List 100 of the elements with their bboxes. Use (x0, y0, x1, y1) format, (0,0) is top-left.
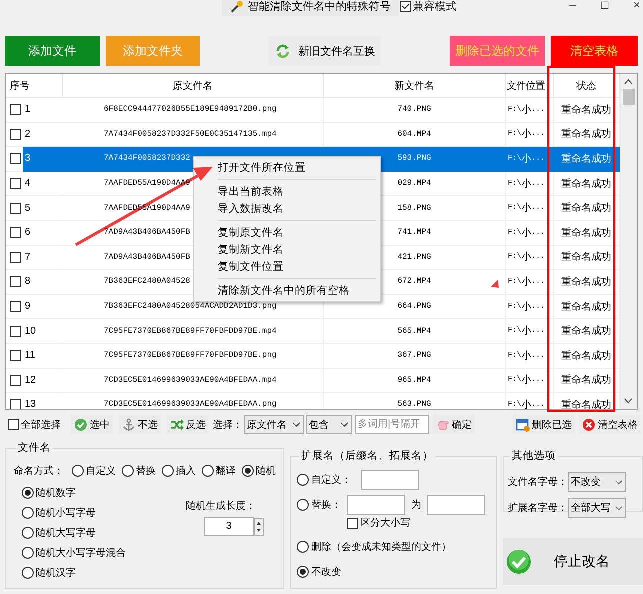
option-label: 文件名字母： (508, 476, 568, 489)
row-checkbox[interactable] (10, 374, 21, 386)
delete-selected-button[interactable]: 删除已选 (513, 415, 575, 434)
row-number[interactable]: 13 (23, 393, 63, 409)
row-checkbox[interactable] (10, 104, 21, 116)
row-checkbox[interactable] (10, 252, 21, 263)
swap-names-button[interactable]: 新旧文件名互换 (269, 36, 381, 66)
check-circle-icon (74, 418, 88, 432)
radio-button[interactable]: 替换： (297, 498, 342, 512)
caret-icon (340, 422, 349, 428)
caret-icon (615, 506, 623, 510)
row-checkbox[interactable] (10, 153, 21, 164)
radio-button[interactable]: 翻译 (202, 464, 236, 478)
refresh-icon (274, 44, 290, 58)
row-number[interactable]: 11 (23, 344, 63, 369)
field-dropdown[interactable]: 原文件名 (244, 415, 304, 434)
row-checkbox[interactable] (10, 227, 21, 238)
close-circle-icon (582, 418, 596, 432)
table-cell[interactable]: 565.MP4 (324, 319, 506, 344)
option-label: 扩展名字母： (508, 502, 568, 515)
table-cell[interactable]: 740.PNG (324, 98, 506, 123)
row-number[interactable]: 7 (23, 246, 63, 270)
clean-special-characters-button[interactable]: 智能清除文件名中的特殊符号 (222, 0, 399, 16)
table-cell[interactable]: 7CD3EC5E014699639033AE90A4BFEDAA.mp4 (63, 368, 324, 394)
row-checkbox[interactable] (10, 399, 21, 409)
invert-selection-button[interactable]: 反选 (167, 415, 209, 434)
radio-button[interactable]: 不改变 (297, 564, 342, 578)
column-header: 原文件名 (63, 74, 324, 97)
length-field[interactable]: 3 (204, 517, 254, 536)
radio-button[interactable]: 随机 (242, 464, 276, 478)
radio-button[interactable]: 自定义： (297, 473, 352, 487)
column-header: 新文件名 (324, 74, 506, 97)
table-cell[interactable]: 7C95FE7370EB867BE89FF70FBFDD97BE.mp4 (63, 319, 324, 344)
caret-icon (292, 422, 301, 428)
input-field[interactable] (361, 470, 420, 490)
stop-rename-button[interactable]: 停止改名 (503, 538, 643, 585)
case-sensitive-checkbox[interactable]: 区分大小写 (347, 516, 410, 530)
keywords-field[interactable]: 多词用|号隔开 (355, 415, 429, 434)
radio-button[interactable]: 随机小写字母 (22, 505, 126, 521)
close-button[interactable]: × (629, 0, 643, 12)
row-checkbox[interactable] (10, 301, 21, 312)
table-cell[interactable]: 7C95FE7370EB867BE89FF70FBFDD97BE.png (63, 344, 324, 369)
filter-label: 选择： (213, 418, 243, 432)
case-dropdown[interactable]: 不改变 (568, 472, 626, 492)
match-dropdown[interactable]: 包含 (306, 415, 352, 434)
row-checkbox[interactable] (10, 350, 21, 362)
naming-mode-label: 命名方式： (14, 464, 64, 478)
row-number[interactable]: 1 (23, 98, 63, 123)
minimize-button[interactable]: – (565, 0, 581, 12)
row-checkbox[interactable] (10, 326, 21, 337)
row-number[interactable]: 4 (23, 172, 63, 196)
group-title: 文件名 (17, 441, 52, 455)
row-number[interactable]: 8 (23, 270, 63, 295)
row-number[interactable]: 5 (23, 196, 63, 221)
radio-button[interactable]: 随机汉字 (22, 565, 126, 581)
clear-table-button[interactable]: 清空表格 (579, 415, 641, 434)
radio-button[interactable]: 随机大写字母 (22, 525, 126, 541)
deselect-button[interactable]: 不选 (119, 415, 161, 434)
radio-button[interactable]: 随机数字 (22, 485, 126, 501)
row-number[interactable]: 6 (23, 220, 63, 246)
radio-button[interactable]: 随机大小写字母混合 (22, 545, 126, 561)
scroll-down-icon (624, 398, 633, 404)
row-checkbox[interactable] (10, 128, 21, 140)
triangle-icon (491, 280, 499, 288)
radio-button[interactable]: 插入 (162, 464, 196, 478)
add-file-button[interactable]: 添加文件 (5, 36, 100, 66)
compatibility-checkbox[interactable]: 兼容模式 (400, 0, 457, 14)
delete-list-icon (516, 418, 530, 432)
table-cell[interactable]: 367.PNG (324, 344, 506, 369)
row-number[interactable]: 12 (23, 368, 63, 394)
row-checkbox[interactable] (10, 178, 21, 190)
select-all-checkbox[interactable]: 全部选择 (8, 418, 61, 432)
caret-icon (615, 480, 623, 484)
radio-button[interactable]: 自定义 (72, 464, 116, 478)
check-circle-icon (506, 548, 532, 574)
magic-wand-icon (230, 0, 243, 12)
row-number[interactable]: 9 (23, 294, 63, 320)
anchor-icon (122, 418, 136, 432)
input-field[interactable] (427, 495, 486, 515)
column-header: 文件位置 (506, 74, 554, 97)
row-checkbox[interactable] (10, 276, 21, 288)
radio-button[interactable]: 替换 (122, 464, 156, 478)
confirm-button[interactable]: 确定 (433, 415, 475, 434)
input-field[interactable] (347, 495, 406, 515)
row-number[interactable]: 10 (23, 319, 63, 344)
spinner-arrows-icon[interactable] (254, 518, 264, 536)
group-title: 其他选项 (511, 449, 557, 463)
select-button[interactable]: 选中 (71, 415, 113, 434)
table-cell[interactable]: 965.MP4 (324, 368, 506, 394)
maximize-button[interactable]: □ (597, 0, 613, 12)
with-label: 为 (411, 498, 422, 512)
length-label: 随机生成长度： (186, 501, 256, 512)
radio-button[interactable]: 删除（会变成未知类型的文件） (297, 540, 452, 554)
table-cell[interactable]: 6F8ECC944477026B55E189E9489172B0.png (63, 98, 324, 123)
group-title: 扩展名（后缀名、拓展名） (300, 449, 434, 463)
scrollbar-thumb[interactable] (623, 89, 635, 105)
case-dropdown[interactable]: 全部大写 (568, 498, 626, 518)
column-header: 序号 (6, 74, 63, 97)
row-number[interactable]: 3 (23, 147, 63, 172)
row-checkbox[interactable] (10, 202, 21, 214)
